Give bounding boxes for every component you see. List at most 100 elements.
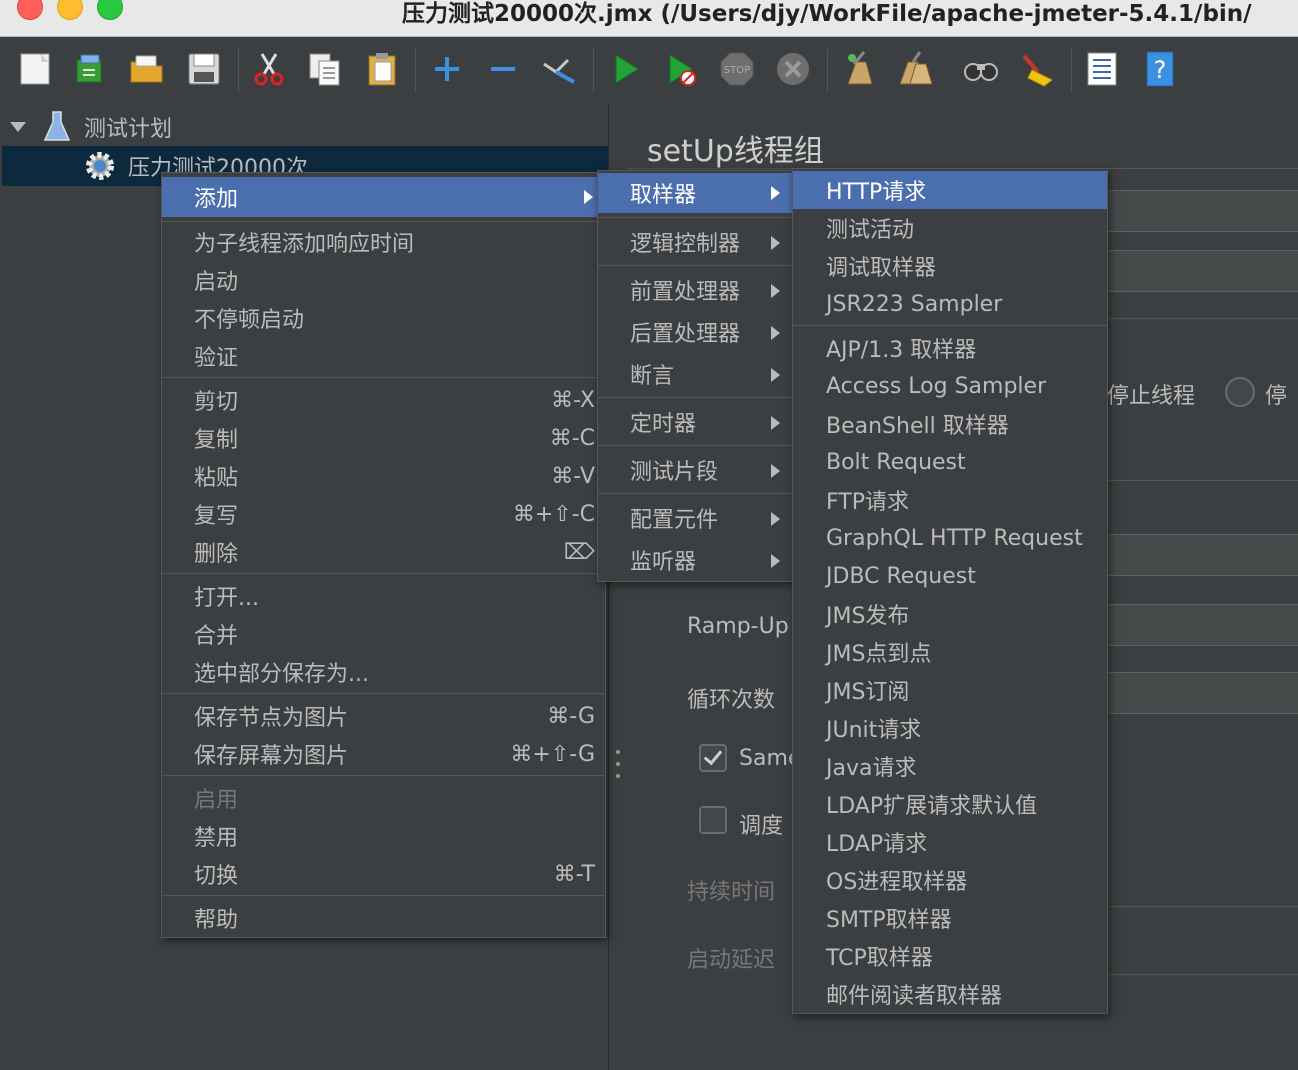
- menu-item-ldap-extended-request-defaults[interactable]: LDAP扩展请求默认值: [793, 785, 1107, 823]
- menu-item-label: FTP请求: [826, 490, 909, 515]
- menu-item-junit-request[interactable]: JUnit请求: [793, 709, 1107, 747]
- menu-item-open[interactable]: 打开...: [162, 577, 605, 615]
- function-helper-button[interactable]: [1083, 49, 1121, 89]
- start-no-pauses-button[interactable]: [662, 49, 700, 89]
- reset-search-icon: [1022, 54, 1053, 87]
- menu-item-save-screen-as-image[interactable]: 保存屏幕为图片 ⌘+⇧-G: [162, 735, 605, 773]
- menu-item-listener[interactable]: 监听器: [598, 541, 792, 579]
- collapse-all-icon: [491, 67, 515, 71]
- menu-item-graphql-http-request[interactable]: GraphQL HTTP Request: [793, 519, 1107, 557]
- menu-item-label: 打开...: [194, 586, 259, 611]
- menu-item-delete[interactable]: 删除 ⌦: [162, 533, 605, 571]
- menu-item-bolt-request[interactable]: Bolt Request: [793, 443, 1107, 481]
- menu-item-label: 切换: [194, 864, 239, 889]
- menu-item-copy[interactable]: 复制 ⌘-C: [162, 419, 605, 457]
- menu-item-toggle[interactable]: 切换 ⌘-T: [162, 855, 605, 893]
- menu-item-merge[interactable]: 合并: [162, 615, 605, 653]
- toolbar-separator: [593, 49, 594, 93]
- stop-thread-radio[interactable]: [1225, 377, 1255, 407]
- menu-item-jms-publisher[interactable]: JMS发布: [793, 595, 1107, 633]
- menu-item-duplicate[interactable]: 复写 ⌘+⇧-C: [162, 495, 605, 533]
- close-window-button[interactable]: [17, 0, 43, 20]
- menu-item-test-fragment[interactable]: 测试片段: [598, 451, 792, 489]
- search-button[interactable]: [962, 49, 1000, 89]
- toggle-button[interactable]: [540, 49, 578, 89]
- paste-button[interactable]: [363, 49, 401, 89]
- menu-item-jms-subscriber[interactable]: JMS订阅: [793, 671, 1107, 709]
- menu-item-jms-point-to-point[interactable]: JMS点到点: [793, 633, 1107, 671]
- menu-item-post-processors[interactable]: 后置处理器: [598, 313, 792, 351]
- menu-item-test-action[interactable]: 测试活动: [793, 209, 1107, 247]
- clear-all-button[interactable]: [896, 49, 934, 89]
- menu-item-save-selection-as[interactable]: 选中部分保存为...: [162, 653, 605, 691]
- expand-all-button[interactable]: [428, 49, 466, 89]
- menu-item-label: Access Log Sampler: [826, 373, 1047, 399]
- menu-item-label: 禁用: [194, 826, 239, 851]
- same-user-checkbox[interactable]: [699, 744, 727, 772]
- menu-item-help[interactable]: 帮助: [162, 899, 605, 937]
- tree-node-test-plan[interactable]: 测试计划: [10, 110, 172, 144]
- menu-item-jdbc-request[interactable]: JDBC Request: [793, 557, 1107, 595]
- menu-item-label: 启动: [194, 270, 239, 295]
- collapse-all-button[interactable]: [484, 49, 522, 89]
- splitter-grip-icon[interactable]: [615, 750, 621, 778]
- cut-button[interactable]: [250, 49, 288, 89]
- open-button[interactable]: [128, 49, 166, 89]
- minimize-window-button[interactable]: [57, 0, 83, 20]
- templates-button[interactable]: [71, 49, 109, 89]
- menu-separator: [162, 895, 605, 896]
- menu-item-label: 调试取样器: [826, 256, 937, 281]
- menu-item-debug-sampler[interactable]: 调试取样器: [793, 247, 1107, 285]
- menu-item-logic-controller[interactable]: 逻辑控制器: [598, 223, 792, 261]
- copy-button[interactable]: [306, 49, 344, 89]
- menu-item-mail-reader-sampler[interactable]: 邮件阅读者取样器: [793, 975, 1107, 1013]
- menu-item-save-node-as-image[interactable]: 保存节点为图片 ⌘-G: [162, 697, 605, 735]
- menu-item-ajp-sampler[interactable]: AJP/1.3 取样器: [793, 329, 1107, 367]
- menu-item-ftp-request[interactable]: FTP请求: [793, 481, 1107, 519]
- clear-all-icon: [899, 51, 933, 85]
- menu-item-add[interactable]: 添加: [162, 177, 605, 217]
- menu-item-cut[interactable]: 剪切 ⌘-X: [162, 381, 605, 419]
- menu-item-pre-processors[interactable]: 前置处理器: [598, 271, 792, 309]
- help-button[interactable]: ?: [1141, 49, 1179, 89]
- menu-item-smtp-sampler[interactable]: SMTP取样器: [793, 899, 1107, 937]
- menu-item-validate[interactable]: 验证: [162, 337, 605, 375]
- menu-item-assertions[interactable]: 断言: [598, 355, 792, 393]
- toggle-icon: [543, 58, 575, 84]
- menu-item-start-no-pauses[interactable]: 不停顿启动: [162, 299, 605, 337]
- menu-item-label: 测试活动: [826, 218, 915, 243]
- reset-search-button[interactable]: [1018, 49, 1056, 89]
- svg-text:?: ?: [1154, 56, 1167, 84]
- menu-item-os-process-sampler[interactable]: OS进程取样器: [793, 861, 1107, 899]
- start-button[interactable]: [606, 49, 644, 89]
- menu-item-access-log-sampler[interactable]: Access Log Sampler: [793, 367, 1107, 405]
- menu-item-config-element[interactable]: 配置元件: [598, 499, 792, 537]
- collapse-triangle-icon[interactable]: [10, 122, 26, 132]
- menu-item-add-think-time[interactable]: 为子线程添加响应时间: [162, 223, 605, 261]
- menu-item-sampler[interactable]: 取样器: [598, 173, 792, 213]
- clear-button[interactable]: [840, 49, 878, 89]
- menu-item-label: JDBC Request: [826, 563, 976, 589]
- menu-item-tcp-sampler[interactable]: TCP取样器: [793, 937, 1107, 975]
- menu-item-disable[interactable]: 禁用: [162, 817, 605, 855]
- menu-item-jsr223-sampler[interactable]: JSR223 Sampler: [793, 285, 1107, 323]
- function-helper-icon: [1087, 52, 1117, 86]
- scheduler-checkbox[interactable]: [699, 806, 727, 834]
- new-button[interactable]: [17, 49, 55, 89]
- shutdown-button[interactable]: [774, 49, 812, 89]
- menu-item-start[interactable]: 启动: [162, 261, 605, 299]
- menu-item-paste[interactable]: 粘贴 ⌘-V: [162, 457, 605, 495]
- save-button[interactable]: [185, 49, 223, 89]
- menu-separator: [162, 221, 605, 222]
- shortcut-label: ⌘-T: [553, 861, 595, 887]
- stop-button[interactable]: STOP: [718, 49, 756, 89]
- menu-separator: [598, 445, 792, 446]
- menu-item-java-request[interactable]: Java请求: [793, 747, 1107, 785]
- menu-item-label: 测试片段: [630, 460, 719, 485]
- menu-item-http-request[interactable]: HTTP请求: [793, 171, 1107, 209]
- zoom-window-button[interactable]: [97, 0, 123, 20]
- menu-item-ldap-request[interactable]: LDAP请求: [793, 823, 1107, 861]
- menu-item-beanshell-sampler[interactable]: BeanShell 取样器: [793, 405, 1107, 443]
- delete-key-icon: ⌦: [563, 539, 595, 565]
- menu-item-timer[interactable]: 定时器: [598, 403, 792, 441]
